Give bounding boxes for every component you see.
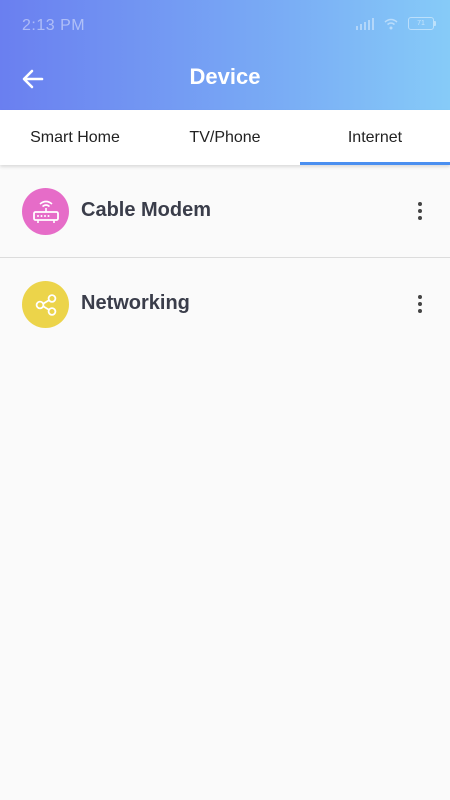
device-item-networking[interactable]: Networking [0,258,450,350]
tab-bar: Smart Home TV/Phone Internet [0,110,450,165]
status-time: 2:13 PM [22,17,86,34]
device-item-cable-modem[interactable]: Cable Modem [0,165,450,258]
status-icons: 71 [356,17,436,30]
router-icon [22,188,69,235]
battery-icon: 71 [408,17,436,30]
tab-smart-home[interactable]: Smart Home [0,110,150,165]
share-icon [22,281,69,328]
signal-icon [356,17,374,30]
wifi-icon [384,18,398,29]
tab-internet[interactable]: Internet [300,110,450,165]
device-label: Cable Modem [81,199,212,221]
more-options-icon[interactable] [410,290,430,318]
device-label: Networking [81,292,190,314]
app-header: 2:13 PM 71 Device [0,0,450,110]
device-list: Cable Modem Networking [0,165,450,350]
more-options-icon[interactable] [410,197,430,225]
status-bar: 2:13 PM 71 [0,0,450,50]
page-title: Device [189,64,261,89]
tab-tv-phone[interactable]: TV/Phone [150,110,300,165]
